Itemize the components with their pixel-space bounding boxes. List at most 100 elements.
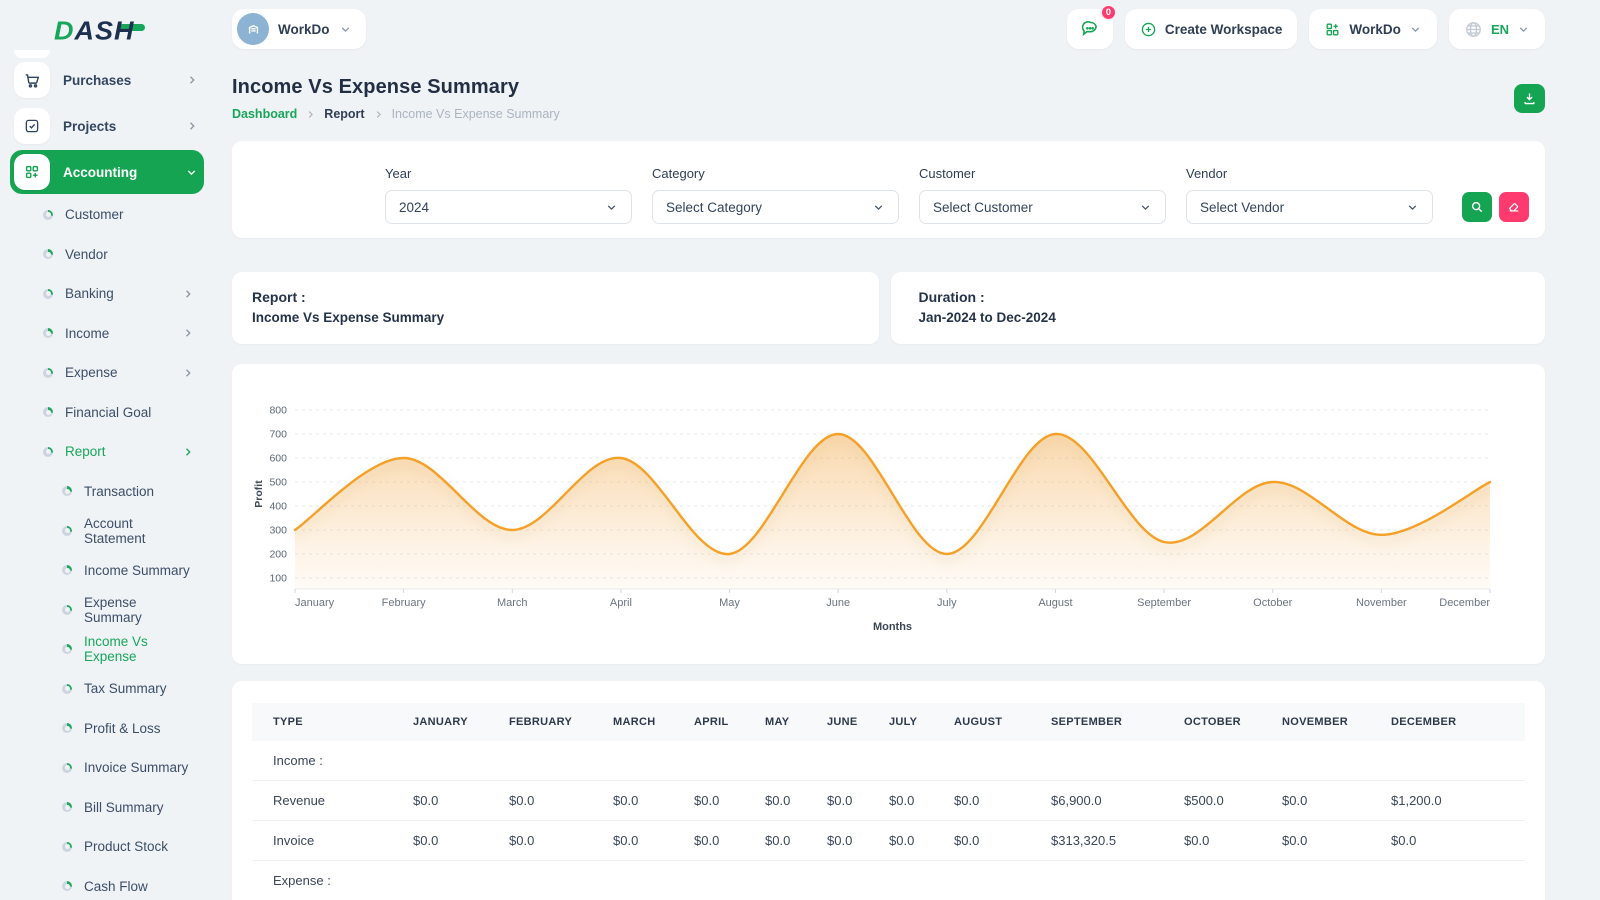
chevron-right-icon xyxy=(182,367,194,379)
column-header: DECEMBER xyxy=(1391,703,1525,741)
sidebar-item-financial-goal[interactable]: Financial Goal xyxy=(10,393,204,433)
report-card-label: Report : xyxy=(252,289,859,305)
bullet-ring-icon xyxy=(43,328,53,338)
sidebar-item-label: Profit & Loss xyxy=(84,721,194,736)
svg-text:Profit: Profit xyxy=(253,480,265,508)
sidebar-item-bill-summary[interactable]: Bill Summary xyxy=(10,788,204,828)
sidebar-item-accounting[interactable]: Accounting xyxy=(10,150,204,194)
vendor-select-value: Select Vendor xyxy=(1200,200,1284,215)
plus-circle-icon xyxy=(1140,21,1157,38)
checkbox-icon xyxy=(14,108,50,144)
customer-field: Customer Select Customer xyxy=(919,166,1166,224)
column-header: AUGUST xyxy=(954,703,1051,741)
sidebar-item-vendor[interactable]: Vendor xyxy=(10,235,204,275)
sidebar-item-label: Income Summary xyxy=(84,563,194,578)
sidebar-item-label: Cash Flow xyxy=(84,879,194,894)
column-header: JULY xyxy=(889,703,954,741)
chevron-down-icon xyxy=(339,23,352,36)
sidebar-item-income[interactable]: Income xyxy=(10,314,204,354)
sidebar-item-purchases[interactable]: Purchases xyxy=(10,57,204,103)
category-label: Category xyxy=(652,166,899,181)
create-workspace-button[interactable]: Create Workspace xyxy=(1125,9,1298,49)
svg-text:September: September xyxy=(1137,597,1191,609)
language-selector[interactable]: EN xyxy=(1449,9,1545,49)
workdo-menu-button[interactable]: WorkDo xyxy=(1309,9,1437,49)
sidebar-item-report[interactable]: Report xyxy=(10,432,204,472)
column-header: OCTOBER xyxy=(1184,703,1282,741)
sidebar-item-invoice-summary[interactable]: Invoice Summary xyxy=(10,748,204,788)
sidebar-item-income-vs-expense[interactable]: Income Vs Expense xyxy=(10,630,204,670)
table-card: TYPEJANUARYFEBRUARYMARCHAPRILMAYJUNEJULY… xyxy=(232,681,1545,900)
bullet-ring-icon xyxy=(62,842,72,852)
sidebar-item-cash-flow[interactable]: Cash Flow xyxy=(10,867,204,900)
chevron-down-icon xyxy=(1409,23,1422,36)
sidebar-item-profit-loss[interactable]: Profit & Loss xyxy=(10,709,204,749)
sidebar-item-tax-summary[interactable]: Tax Summary xyxy=(10,669,204,709)
reset-filters-button[interactable] xyxy=(1499,192,1529,222)
svg-text:200: 200 xyxy=(269,549,287,561)
svg-text:February: February xyxy=(382,597,427,609)
column-header: MAY xyxy=(765,703,827,741)
sidebar-item-label: Report xyxy=(65,444,182,459)
messages-button[interactable]: 0 xyxy=(1067,9,1113,49)
breadcrumb-item: Income Vs Expense Summary xyxy=(392,107,560,121)
customer-select[interactable]: Select Customer xyxy=(919,190,1166,224)
bullet-ring-icon xyxy=(62,763,72,773)
table-row: Invoice$0.0$0.0$0.0$0.0$0.0$0.0$0.0$0.0$… xyxy=(252,821,1525,861)
chevron-right-icon xyxy=(182,446,194,458)
bullet-ring-icon xyxy=(62,881,72,891)
scrolled-item-remnant xyxy=(14,50,50,58)
svg-text:May: May xyxy=(719,597,740,609)
vendor-select[interactable]: Select Vendor xyxy=(1186,190,1433,224)
sidebar-item-transaction[interactable]: Transaction xyxy=(10,472,204,512)
column-header: TYPE xyxy=(252,703,413,741)
sidebar-item-label: Tax Summary xyxy=(84,681,194,696)
svg-text:400: 400 xyxy=(269,501,287,513)
app-logo[interactable]: DASH xyxy=(54,16,204,46)
sidebar-item-expense-summary[interactable]: Expense Summary xyxy=(10,590,204,630)
sidebar-item-label: Purchases xyxy=(63,73,186,88)
breadcrumb-separator-icon xyxy=(373,109,384,120)
language-label: EN xyxy=(1491,22,1509,37)
column-header: SEPTEMBER xyxy=(1051,703,1184,741)
topbar: WorkDo 0 Create Workspace WorkDo xyxy=(232,9,1545,49)
svg-text:700: 700 xyxy=(269,429,287,441)
svg-text:100: 100 xyxy=(269,573,287,585)
sidebar-item-label: Income Vs Expense xyxy=(84,634,194,664)
vendor-label: Vendor xyxy=(1186,166,1433,181)
workspace-label: WorkDo xyxy=(278,22,330,37)
chevron-down-icon xyxy=(1406,201,1419,214)
duration-card-label: Duration : xyxy=(919,289,1526,305)
workspace-switcher[interactable]: WorkDo xyxy=(232,9,366,49)
sidebar-item-label: Accounting xyxy=(63,165,185,180)
sidebar-item-customer[interactable]: Customer xyxy=(10,195,204,235)
bullet-ring-icon xyxy=(43,407,53,417)
sidebar-item-product-stock[interactable]: Product Stock xyxy=(10,827,204,867)
bullet-ring-icon xyxy=(62,802,72,812)
download-icon xyxy=(1522,91,1537,106)
sidebar-item-income-summary[interactable]: Income Summary xyxy=(10,551,204,591)
svg-text:June: June xyxy=(826,597,850,609)
svg-text:December: December xyxy=(1439,597,1490,609)
breadcrumb-item[interactable]: Dashboard xyxy=(232,107,297,121)
svg-text:Months: Months xyxy=(873,621,912,633)
accounting-grid-icon xyxy=(14,154,50,190)
chevron-right-icon xyxy=(182,288,194,300)
bullet-ring-icon xyxy=(62,486,72,496)
sidebar-item-banking[interactable]: Banking xyxy=(10,274,204,314)
bullet-ring-icon xyxy=(43,249,53,259)
svg-text:August: August xyxy=(1038,597,1072,609)
sidebar-item-projects[interactable]: Projects xyxy=(10,103,204,149)
year-label: Year xyxy=(385,166,632,181)
svg-text:November: November xyxy=(1356,597,1407,609)
apply-filters-button[interactable] xyxy=(1462,192,1492,222)
download-report-button[interactable] xyxy=(1514,84,1545,113)
column-header: JANUARY xyxy=(413,703,509,741)
sidebar-item-expense[interactable]: Expense xyxy=(10,353,204,393)
category-select[interactable]: Select Category xyxy=(652,190,899,224)
sidebar-item-account-statement[interactable]: Account Statement xyxy=(10,511,204,551)
duration-card: Duration : Jan-2024 to Dec-2024 xyxy=(891,272,1546,344)
year-select[interactable]: 2024 xyxy=(385,190,632,224)
sidebar-item-label: Product Stock xyxy=(84,839,194,854)
breadcrumb-item[interactable]: Report xyxy=(324,107,364,121)
